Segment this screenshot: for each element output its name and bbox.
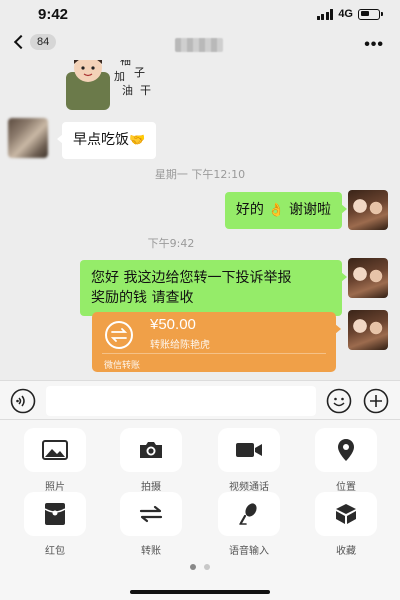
message-bubble-sent[interactable]: 好的 👌 谢谢啦 bbox=[224, 192, 348, 229]
contact-avatar[interactable] bbox=[8, 118, 48, 158]
status-bar: 9:42 4G bbox=[0, 0, 400, 30]
chevron-left-icon bbox=[13, 34, 29, 50]
svg-text:子: 子 bbox=[134, 66, 145, 79]
panel-tile bbox=[24, 428, 86, 472]
voice-input-icon[interactable] bbox=[10, 388, 36, 414]
cartoon-sticker[interactable]: 袖 子 加 油 干 bbox=[62, 60, 170, 110]
panel-tile bbox=[120, 428, 182, 472]
panel-tile bbox=[120, 492, 182, 536]
transfer-amount: ¥50.00 bbox=[150, 316, 196, 333]
video-call-icon bbox=[236, 443, 262, 457]
microphone-icon bbox=[239, 503, 257, 525]
input-bar bbox=[0, 380, 400, 420]
panel-tile bbox=[315, 428, 377, 472]
unread-count-badge: 84 bbox=[30, 34, 57, 50]
network-type: 4G bbox=[338, 8, 353, 20]
more-options-button[interactable]: ••• bbox=[364, 36, 384, 54]
message-list[interactable]: 袖 子 加 油 干 早点吃饭🤝 星期一 下午12:10 好的 👌 谢谢啦 下午9… bbox=[0, 60, 400, 380]
camera-icon bbox=[140, 442, 162, 458]
photo-icon bbox=[42, 440, 68, 460]
message-bubble-received[interactable]: 早点吃饭🤝 bbox=[56, 122, 157, 159]
svg-text:加: 加 bbox=[114, 70, 125, 83]
battery-icon bbox=[358, 8, 383, 20]
panel-item-label: 视频通话 bbox=[229, 482, 269, 493]
message-text: 早点吃饭 bbox=[73, 132, 129, 148]
message-timestamp: 下午9:42 bbox=[0, 235, 400, 251]
panel-item-transfer[interactable]: 转账 bbox=[120, 492, 182, 557]
panel-item-voice-input[interactable]: 语音输入 bbox=[218, 492, 280, 557]
page-dot-active[interactable] bbox=[190, 564, 196, 570]
red-packet-icon bbox=[44, 503, 66, 525]
panel-tile bbox=[315, 492, 377, 536]
panel-item-label: 语音输入 bbox=[229, 546, 269, 557]
panel-item-camera[interactable]: 拍摄 bbox=[120, 428, 182, 493]
handshake-emoji-icon: 🤝 bbox=[129, 133, 146, 148]
signal-icon bbox=[316, 8, 334, 20]
chat-header: 84 ••• bbox=[0, 30, 400, 60]
contact-name-blurred bbox=[175, 38, 223, 52]
timestamp-text: 下午9:42 bbox=[147, 237, 195, 250]
home-indicator[interactable] bbox=[130, 590, 270, 594]
message-text: 好的 bbox=[235, 202, 264, 218]
my-avatar[interactable] bbox=[348, 190, 388, 230]
panel-item-label: 红包 bbox=[45, 546, 65, 557]
panel-item-photo[interactable]: 照片 bbox=[24, 428, 86, 493]
panel-tile bbox=[24, 492, 86, 536]
panel-item-favorites[interactable]: 收藏 bbox=[315, 492, 377, 557]
panel-item-label: 照片 bbox=[45, 482, 65, 493]
transfer-icon bbox=[139, 505, 163, 523]
transfer-footer: 微信转账 bbox=[104, 361, 141, 371]
message-bubble-sent[interactable]: 您好 我这边给您转一下投诉举报 奖励的钱 请查收 bbox=[80, 260, 347, 316]
panel-item-label: 位置 bbox=[336, 482, 356, 493]
page-indicator[interactable] bbox=[0, 564, 400, 570]
more-functions-panel: 照片 拍摄 视频通话 位置 红包 转账 语音输入 收藏 bbox=[0, 420, 400, 600]
ok-hand-emoji-icon: 👌 bbox=[268, 203, 285, 218]
back-button[interactable]: 84 bbox=[12, 34, 57, 50]
message-text-line: 奖励的钱 请查收 bbox=[91, 290, 194, 306]
message-text: 谢谢啦 bbox=[289, 202, 331, 218]
transfer-arrows-icon bbox=[105, 321, 133, 349]
svg-text:袖: 袖 bbox=[120, 60, 131, 67]
divider bbox=[102, 353, 326, 354]
favorites-icon bbox=[336, 504, 356, 524]
transfer-description: 转账给陈艳虎 bbox=[150, 340, 210, 351]
status-indicators: 4G bbox=[316, 8, 383, 20]
svg-text:油: 油 bbox=[122, 83, 133, 97]
message-input[interactable] bbox=[46, 386, 316, 416]
panel-tile bbox=[218, 428, 280, 472]
panel-item-location[interactable]: 位置 bbox=[315, 428, 377, 493]
panel-item-video-call[interactable]: 视频通话 bbox=[218, 428, 280, 493]
my-avatar[interactable] bbox=[348, 310, 388, 350]
my-avatar[interactable] bbox=[348, 258, 388, 298]
svg-text:干: 干 bbox=[140, 84, 151, 97]
plus-icon[interactable] bbox=[363, 388, 389, 414]
emoji-icon[interactable] bbox=[326, 388, 352, 414]
panel-item-label: 转账 bbox=[141, 546, 161, 557]
panel-tile bbox=[218, 492, 280, 536]
page-dot[interactable] bbox=[204, 564, 210, 570]
message-text-line: 您好 我这边给您转一下投诉举报 bbox=[91, 270, 292, 286]
location-icon bbox=[338, 439, 354, 461]
transfer-card[interactable]: ¥50.00 转账给陈艳虎 微信转账 bbox=[92, 312, 341, 372]
message-timestamp: 星期一 下午12:10 bbox=[154, 168, 246, 181]
panel-item-label: 收藏 bbox=[336, 546, 356, 557]
panel-item-red-packet[interactable]: 红包 bbox=[24, 492, 86, 557]
status-time: 9:42 bbox=[38, 6, 69, 23]
panel-item-label: 拍摄 bbox=[141, 482, 161, 493]
